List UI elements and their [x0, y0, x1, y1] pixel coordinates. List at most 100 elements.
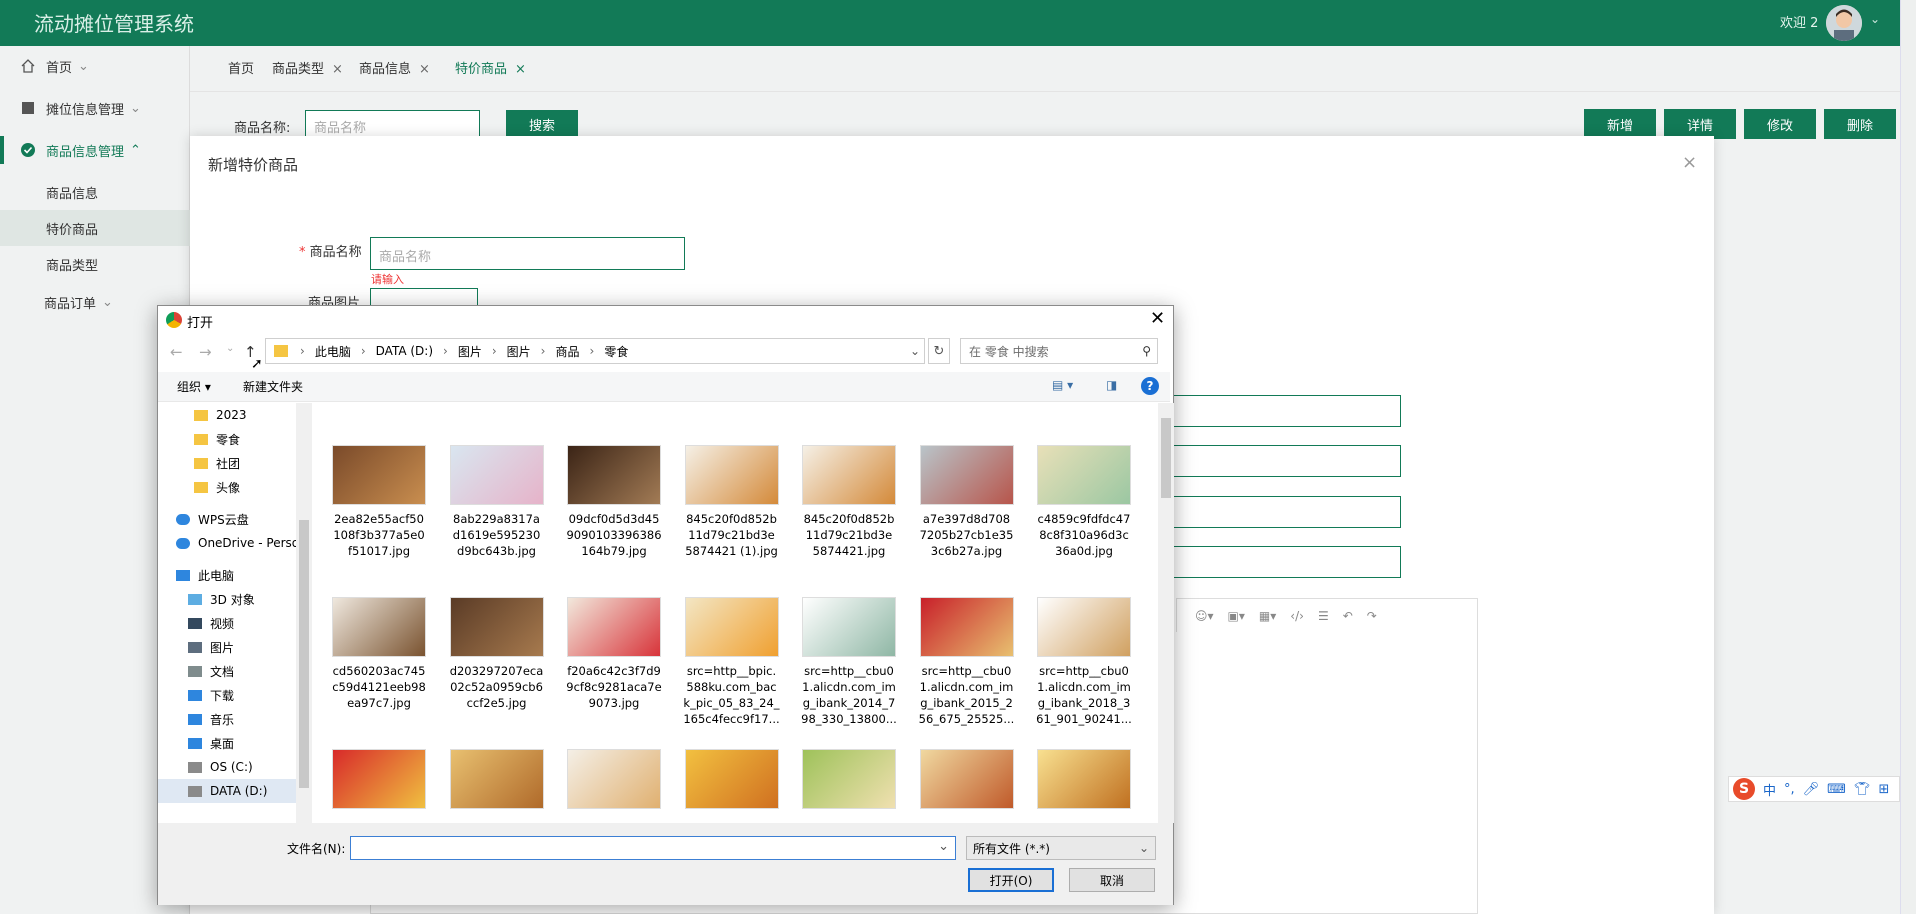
file-item[interactable]: 8ab229a8317a d1619e595230 d9bc643b.jpg — [442, 445, 552, 559]
tree-scroll-thumb[interactable] — [299, 520, 309, 788]
file-item[interactable] — [794, 749, 904, 815]
form-field[interactable] — [1170, 395, 1401, 427]
file-item[interactable]: 09dcf0d5d3d45 9090103396386 164b79.jpg — [559, 445, 669, 559]
tree-item[interactable]: WPS云盘 — [158, 507, 296, 531]
add-button[interactable]: 新增 — [1584, 109, 1656, 139]
grid-icon[interactable]: ⊞ — [1878, 782, 1889, 797]
tree-item[interactable]: OS (C:) — [158, 755, 296, 779]
edit-button[interactable]: 修改 — [1744, 109, 1816, 139]
file-item[interactable] — [559, 749, 669, 815]
file-item[interactable]: c4859c9fdfdc47 8c8f310a96d3c 36a0d.jpg — [1029, 445, 1139, 559]
tree-item[interactable]: 零食 — [158, 427, 296, 451]
tree-item[interactable]: 2023 — [158, 403, 296, 427]
refresh-icon[interactable]: ↻ — [928, 338, 950, 364]
delete-button[interactable]: 删除 — [1824, 109, 1896, 139]
tree-item[interactable]: 图片 — [158, 635, 296, 659]
form-field[interactable] — [1170, 496, 1401, 528]
close-icon[interactable]: ✕ — [1150, 308, 1165, 329]
tab-home[interactable]: 首页 — [228, 58, 254, 77]
back-arrow-icon[interactable]: ← — [170, 343, 183, 361]
sidebar-subitem-goods-info[interactable]: 商品信息 — [0, 174, 190, 210]
file-item[interactable]: 845c20f0d852b 11d79c21bd3e 5874421 (1).j… — [677, 445, 787, 559]
close-icon[interactable]: × — [515, 62, 526, 77]
form-field[interactable] — [1170, 445, 1401, 477]
new-folder-button[interactable]: 新建文件夹 — [243, 378, 303, 395]
tree-item[interactable]: 桌面 — [158, 731, 296, 755]
tab-special-goods[interactable]: 特价商品 × — [455, 58, 526, 77]
form-field[interactable] — [1170, 546, 1401, 578]
file-item[interactable]: 2ea82e55acf50 108f3b377a5e0 f51017.jpg — [324, 445, 434, 559]
address-bar[interactable]: › 此电脑 › DATA (D:) › 图片 › 图片 › 商品 › 零食 ⌄ — [265, 338, 925, 364]
tree-item[interactable]: 视频 — [158, 611, 296, 635]
mic-icon[interactable]: 🎤︎ — [1803, 782, 1820, 797]
file-item[interactable] — [1029, 749, 1139, 815]
ime-mode[interactable]: 中 — [1763, 780, 1776, 799]
tree-item[interactable]: 下载 — [158, 683, 296, 707]
help-icon[interactable]: ? — [1141, 377, 1159, 395]
file-item[interactable]: a7e397d8d708 7205b27cb1e35 3c6b27a.jpg — [912, 445, 1022, 559]
view-options-icon[interactable]: ▤ ▾ — [1052, 378, 1073, 392]
file-item[interactable]: src=http__cbu0 1.alicdn.com_im g_ibank_2… — [1029, 597, 1139, 727]
tree-item[interactable]: DATA (D:) — [158, 779, 296, 803]
tab-goods-type[interactable]: 商品类型 × — [272, 58, 343, 77]
file-item[interactable]: d203297207eca 02c52a0959cb6 ccf2e5.jpg — [442, 597, 552, 711]
breadcrumb-item[interactable]: 此电脑 — [315, 343, 351, 360]
goods-name-input[interactable]: 商品名称 — [370, 237, 685, 270]
tree-item[interactable]: 文档 — [158, 659, 296, 683]
preview-pane-icon[interactable]: ◨ — [1106, 378, 1117, 392]
file-item[interactable]: src=http__cbu0 1.alicdn.com_im g_ibank_2… — [912, 597, 1022, 727]
file-item[interactable] — [442, 749, 552, 815]
skin-icon[interactable]: 👕︎ — [1854, 782, 1871, 797]
file-item[interactable]: src=http__cbu0 1.alicdn.com_im g_ibank_2… — [794, 597, 904, 727]
file-item[interactable] — [912, 749, 1022, 815]
cancel-button[interactable]: 取消 — [1069, 868, 1155, 892]
detail-button[interactable]: 详情 — [1664, 109, 1736, 139]
files-scroll-thumb[interactable] — [1161, 418, 1171, 498]
filename-input[interactable]: ⌄ — [350, 836, 956, 860]
breadcrumb-item[interactable]: DATA (D:) — [376, 344, 433, 358]
close-icon[interactable]: × — [419, 62, 430, 77]
breadcrumb-item[interactable]: 图片 — [458, 343, 482, 360]
close-icon[interactable]: × — [1682, 152, 1697, 173]
sidebar-subitem-special-goods[interactable]: 特价商品 — [0, 210, 190, 246]
page-scrollbar[interactable] — [1900, 0, 1916, 914]
close-icon[interactable]: × — [332, 62, 343, 77]
filetype-select[interactable]: 所有文件 (*.*) ⌄ — [966, 836, 1156, 860]
tree-item[interactable]: 3D 对象 — [158, 587, 296, 611]
sidebar-item-stall[interactable]: 摊位信息管理 ⌄ — [0, 88, 190, 128]
punctuation-icon[interactable]: °, — [1784, 782, 1795, 797]
image-icon[interactable]: ▣▾ — [1228, 609, 1245, 623]
breadcrumb-item[interactable]: 图片 — [507, 343, 531, 360]
table-icon[interactable]: ▦▾ — [1259, 609, 1276, 623]
sidebar-item-goods[interactable]: 商品信息管理 ⌃ — [0, 130, 190, 170]
forward-arrow-icon[interactable]: → — [199, 343, 212, 361]
tree-item[interactable]: 社团 — [158, 451, 296, 475]
tree-item[interactable]: 头像 — [158, 475, 296, 499]
tree-item[interactable]: OneDrive - Perso — [158, 531, 296, 555]
open-button[interactable]: 打开(O) — [968, 868, 1054, 892]
tree-item[interactable]: 此电脑 — [158, 563, 296, 587]
chevron-down-icon[interactable]: ⌄ — [938, 839, 949, 854]
breadcrumb-item[interactable]: 商品 — [555, 343, 579, 360]
chevron-down-icon[interactable]: ⌄ — [1870, 12, 1880, 26]
sidebar-item-home[interactable]: 首页 ⌄ — [0, 46, 190, 86]
tab-goods-info[interactable]: 商品信息 × — [359, 58, 430, 77]
ime-toolbar[interactable]: S 中 °, 🎤︎ ⌨ 👕︎ ⊞ — [1728, 776, 1900, 802]
chevron-down-icon[interactable]: ⌄ — [910, 344, 920, 358]
undo-icon[interactable]: ↶ — [1343, 609, 1353, 623]
tree-item[interactable]: 音乐 — [158, 707, 296, 731]
keyboard-icon[interactable]: ⌨ — [1827, 782, 1846, 797]
file-item[interactable]: src=http__bpic. 588ku.com_bac k_pic_05_8… — [677, 597, 787, 727]
emoji-icon[interactable]: ☺▾ — [1195, 609, 1214, 623]
redo-icon[interactable]: ↷ — [1367, 609, 1377, 623]
file-item[interactable]: f20a6c42c3f7d9 9cf8c9281aca7e 9073.jpg — [559, 597, 669, 711]
search-input[interactable]: 商品名称 — [305, 110, 480, 138]
recent-dropdown-icon[interactable]: ⌄ — [226, 343, 234, 354]
dialog-search-input[interactable]: 在 零食 中搜索 ⚲ — [960, 338, 1158, 364]
divider-icon[interactable]: ☰ — [1318, 609, 1329, 623]
file-item[interactable]: 845c20f0d852b 11d79c21bd3e 5874421.jpg — [794, 445, 904, 559]
code-icon[interactable]: ‹/› — [1290, 609, 1304, 623]
organize-button[interactable]: 组织 ▾ — [177, 378, 211, 395]
file-item[interactable] — [324, 749, 434, 815]
file-item[interactable]: cd560203ac745 c59d4121eeb98 ea97c7.jpg — [324, 597, 434, 711]
